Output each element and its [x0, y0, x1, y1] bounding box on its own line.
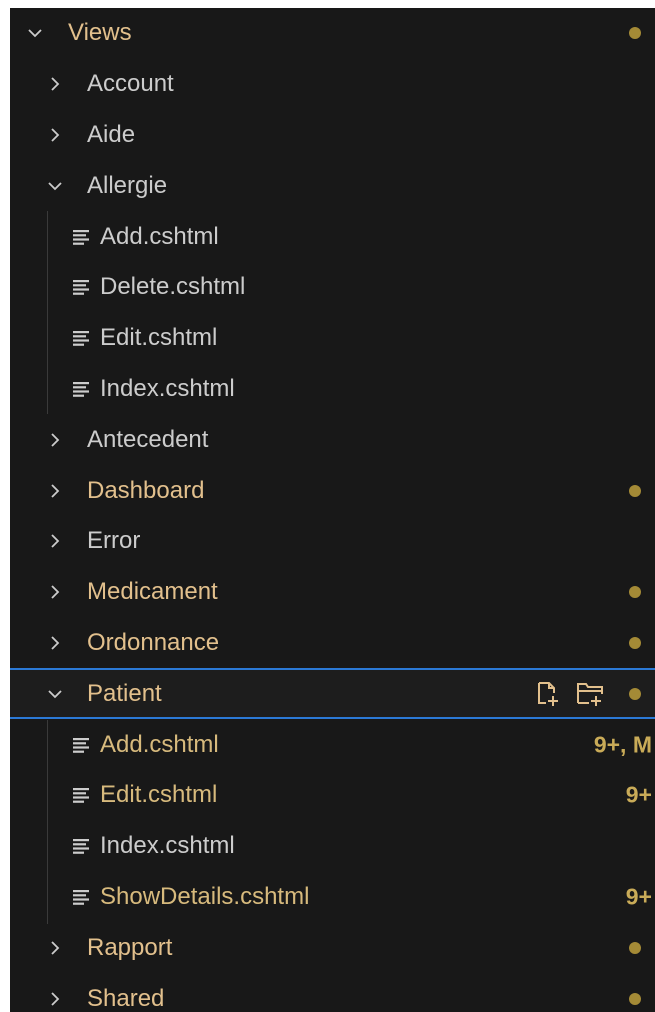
razor-file-icon: [70, 378, 92, 400]
file-name: ShowDetails.cshtml: [100, 882, 310, 910]
chevron-right-icon: [44, 937, 66, 959]
chevron-right-icon: [44, 429, 66, 451]
modified-dot: [629, 484, 641, 497]
chevron-right-icon: [44, 73, 66, 95]
folder-rapport-label: Rapport: [87, 933, 173, 961]
folder-account-label: Account: [87, 70, 174, 98]
folder-ordonnance[interactable]: Ordonnance: [10, 618, 655, 669]
folder-ordonnance-label: Ordonnance: [87, 628, 220, 656]
file-allergie-add[interactable]: Add.cshtml: [10, 211, 655, 262]
folder-medicament-label: Medicament: [87, 578, 218, 606]
chevron-down-icon: [44, 683, 66, 705]
folder-dashboard[interactable]: Dashboard: [10, 465, 655, 516]
folder-error[interactable]: Error: [10, 516, 655, 567]
chevron-right-icon: [44, 530, 66, 552]
folder-patient[interactable]: Patient: [10, 668, 655, 720]
file-patient-index[interactable]: Index.cshtml: [10, 821, 655, 872]
file-name: Delete.cshtml: [100, 273, 246, 301]
new-file-icon[interactable]: [533, 679, 563, 709]
folder-allergie-label: Allergie: [87, 171, 168, 199]
folder-views[interactable]: Views: [10, 8, 655, 59]
folder-allergie[interactable]: Allergie: [10, 160, 655, 211]
folder-actions: [533, 679, 605, 709]
new-folder-icon[interactable]: [575, 679, 605, 709]
modified-dot: [629, 636, 641, 649]
folder-aide[interactable]: Aide: [10, 110, 655, 161]
file-name: Index.cshtml: [100, 374, 235, 402]
folder-antecedent-label: Antecedent: [87, 425, 209, 453]
file-allergie-delete[interactable]: Delete.cshtml: [10, 262, 655, 313]
folder-account[interactable]: Account: [10, 59, 655, 110]
modified-dot: [629, 992, 641, 1005]
razor-file-icon: [70, 327, 92, 349]
chevron-down-icon: [44, 175, 66, 197]
file-allergie-edit[interactable]: Edit.cshtml: [10, 313, 655, 364]
modified-dot: [629, 586, 641, 599]
file-name: Add.cshtml: [100, 222, 219, 250]
file-patient-showdetails[interactable]: ShowDetails.cshtml 9+: [10, 872, 655, 923]
razor-file-icon: [70, 734, 92, 756]
folder-shared[interactable]: Shared: [10, 973, 655, 1012]
chevron-right-icon: [44, 632, 66, 654]
modified-dot: [629, 687, 641, 700]
file-name: Index.cshtml: [100, 832, 235, 860]
folder-antecedent[interactable]: Antecedent: [10, 414, 655, 465]
folder-patient-label: Patient: [87, 679, 162, 707]
folder-medicament[interactable]: Medicament: [10, 567, 655, 618]
razor-file-icon: [70, 226, 92, 248]
modified-dot: [629, 941, 641, 954]
razor-file-icon: [70, 886, 92, 908]
file-name: Add.cshtml: [100, 730, 219, 758]
folder-dashboard-label: Dashboard: [87, 476, 205, 504]
razor-file-icon: [70, 276, 92, 298]
folder-aide-label: Aide: [87, 120, 136, 148]
problems-badge: 9+: [625, 781, 652, 808]
chevron-right-icon: [44, 480, 66, 502]
file-patient-add[interactable]: Add.cshtml 9+, M: [10, 719, 655, 770]
folder-views-label: Views: [68, 19, 132, 47]
modified-dot: [629, 27, 641, 40]
file-patient-edit[interactable]: Edit.cshtml 9+: [10, 770, 655, 821]
chevron-right-icon: [44, 988, 66, 1010]
chevron-down-icon: [24, 22, 46, 44]
chevron-right-icon: [44, 581, 66, 603]
folder-rapport[interactable]: Rapport: [10, 922, 655, 973]
file-explorer-panel: Views Account Aide Allergie Add.cshtml D…: [10, 8, 655, 1012]
file-allergie-index[interactable]: Index.cshtml: [10, 364, 655, 415]
folder-error-label: Error: [87, 527, 141, 555]
razor-file-icon: [70, 784, 92, 806]
problems-badge: 9+: [625, 883, 652, 910]
file-name: Edit.cshtml: [100, 324, 218, 352]
chevron-right-icon: [44, 124, 66, 146]
problems-badge: 9+, M: [593, 731, 652, 758]
explorer-tree: Views Account Aide Allergie Add.cshtml D…: [10, 8, 655, 1012]
razor-file-icon: [70, 835, 92, 857]
file-name: Edit.cshtml: [100, 781, 218, 809]
folder-shared-label: Shared: [87, 984, 165, 1012]
